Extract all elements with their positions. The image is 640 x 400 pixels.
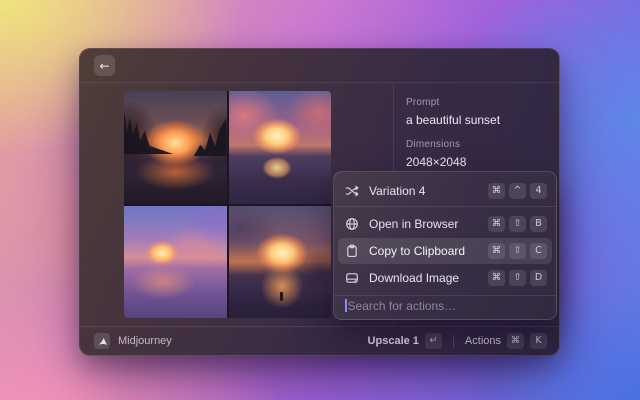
extension-name: Midjourney (118, 335, 172, 347)
shortcut-keys: ⌘ ⇧ C (488, 243, 547, 259)
shuffle-icon (345, 184, 360, 199)
prompt-value: a beautiful sunset (406, 113, 547, 127)
dimensions-value: 2048×2048 (406, 155, 547, 169)
menu-item-download-image[interactable]: Download Image ⌘ ⇧ D (338, 265, 552, 291)
status-bar: Midjourney Upscale 1 ↵ Actions ⌘ K (80, 326, 559, 355)
generated-image-1[interactable] (124, 91, 227, 204)
globe-icon (345, 217, 360, 232)
hard-drive-icon (345, 271, 360, 286)
footer-divider (453, 335, 454, 348)
actions-button[interactable]: Actions ⌘ K (461, 330, 551, 352)
c-key-icon: C (530, 243, 547, 259)
menu-item-label: Variation 4 (369, 184, 425, 198)
b-key-icon: B (530, 216, 547, 232)
midjourney-logo-icon (94, 333, 110, 349)
shift-key-icon: ⇧ (509, 216, 526, 232)
footer-actions: Upscale 1 ↵ Actions ⌘ K (364, 330, 551, 352)
dimensions-label: Dimensions (406, 139, 547, 150)
command-key-icon: ⌘ (488, 270, 505, 286)
four-key-icon: 4 (530, 183, 547, 199)
actions-search-input[interactable] (348, 299, 546, 313)
actions-search (338, 296, 552, 315)
generated-image-2[interactable] (229, 91, 332, 204)
shortcut-keys: ⌘ ⇧ B (488, 216, 547, 232)
arrow-left-icon: ← (99, 60, 109, 72)
upscale-button[interactable]: Upscale 1 ↵ (364, 330, 446, 352)
generated-image-3[interactable] (124, 206, 227, 319)
command-key-icon: ⌘ (488, 183, 505, 199)
back-button[interactable]: ← (94, 55, 115, 76)
menu-item-variation-4[interactable]: Variation 4 ⌘ ^ 4 (338, 176, 552, 206)
menu-group: Open in Browser ⌘ ⇧ B Copy to Clipboard … (338, 207, 552, 295)
menu-item-label: Copy to Clipboard (369, 244, 465, 258)
generated-image-4[interactable] (229, 206, 332, 319)
shortcut-keys: ⌘ ⇧ D (488, 270, 547, 286)
command-key-icon: ⌘ (488, 243, 505, 259)
return-key-icon: ↵ (425, 333, 442, 349)
actions-menu: Variation 4 ⌘ ^ 4 Open in Browser ⌘ ⇧ (333, 171, 557, 320)
image-grid (124, 91, 331, 318)
menu-item-open-in-browser[interactable]: Open in Browser ⌘ ⇧ B (338, 211, 552, 237)
menu-item-label: Open in Browser (369, 217, 458, 231)
menu-item-copy-to-clipboard[interactable]: Copy to Clipboard ⌘ ⇧ C (338, 238, 552, 264)
k-key-icon: K (530, 333, 547, 349)
text-caret (345, 299, 347, 312)
shift-key-icon: ⇧ (509, 243, 526, 259)
desktop-background: ← Prompt a beautiful sunset Dimensions 2… (0, 0, 640, 400)
menu-item-label: Download Image (369, 271, 459, 285)
window-header: ← (80, 49, 559, 83)
d-key-icon: D (530, 270, 547, 286)
actions-label: Actions (465, 335, 501, 347)
command-key-icon: ⌘ (507, 333, 524, 349)
control-key-icon: ^ (509, 183, 526, 199)
command-key-icon: ⌘ (488, 216, 505, 232)
extension-identity: Midjourney (94, 333, 172, 349)
clipboard-icon (345, 244, 360, 259)
shortcut-keys: ⌘ ^ 4 (488, 183, 547, 199)
shift-key-icon: ⇧ (509, 270, 526, 286)
upscale-label: Upscale 1 (368, 335, 419, 347)
prompt-label: Prompt (406, 97, 547, 108)
